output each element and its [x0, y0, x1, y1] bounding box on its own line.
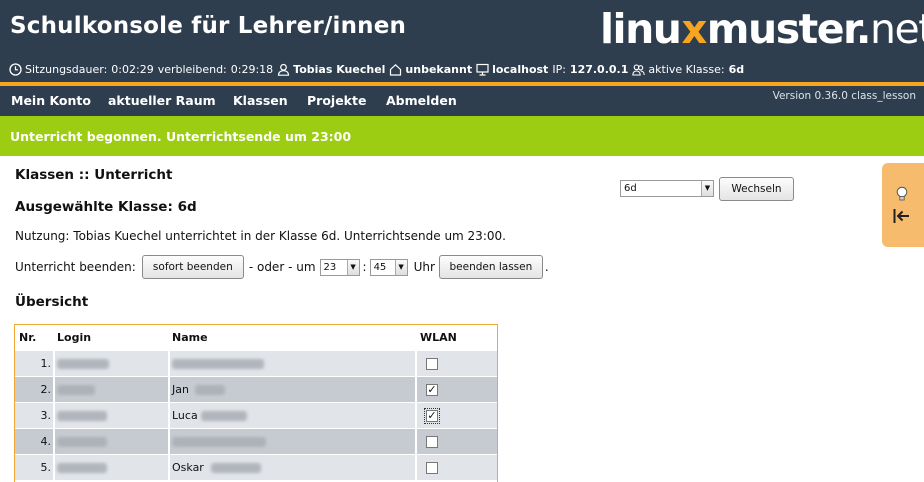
session-label: Sitzungsdauer:: [25, 63, 108, 76]
switch-class-button[interactable]: Wechseln: [719, 177, 794, 201]
hour-select[interactable]: 23 ▼: [319, 258, 360, 276]
session-value: 0:02:29: [111, 63, 154, 76]
end-lesson-row: Unterricht beenden: sofort beenden - ode…: [15, 255, 549, 279]
logo-x: x: [681, 7, 707, 53]
remaining-value: 0:29:18: [230, 63, 274, 76]
logo-part-linu: linu: [600, 5, 682, 53]
chevron-down-icon: ▼: [701, 181, 713, 196]
col-nr: Nr.: [19, 331, 37, 344]
logo-dot: .: [855, 5, 872, 53]
end-lesson-label: Unterricht beenden:: [15, 260, 136, 274]
first-name: Luca: [172, 409, 198, 422]
row-number: 2.: [40, 383, 52, 396]
collapse-left-icon[interactable]: [892, 207, 912, 225]
first-name: Oskar: [172, 461, 204, 474]
table-row: 1.: [15, 351, 497, 377]
table-row: 5. Oskar: [15, 455, 497, 481]
app-title: Schulkonsole für Lehrer/innen: [10, 13, 407, 39]
lightbulb-icon: [896, 186, 908, 201]
first-name: Jan: [172, 383, 189, 396]
usage-text: Nutzung: Tobias Kuechel unterrichtet in …: [15, 229, 506, 243]
student-table: Nr. Login Name WLAN 1. 2. Jan ✓ 3. Luca …: [14, 324, 498, 482]
login-redacted: [57, 385, 95, 395]
row-number: 4.: [40, 435, 52, 448]
hour-select-value: 23: [323, 261, 337, 273]
login-redacted: [57, 463, 107, 473]
name-redacted: [172, 359, 264, 369]
help-side-tab[interactable]: [882, 163, 924, 247]
uhr-label: Uhr: [413, 260, 435, 274]
logo-part-net: net: [869, 5, 924, 53]
session-status-bar: Sitzungsdauer: 0:02:29 verbleibend: 0:29…: [9, 63, 748, 76]
end-later-button[interactable]: beenden lassen: [438, 255, 543, 279]
col-login: Login: [57, 331, 92, 344]
table-row: 2. Jan ✓: [15, 377, 497, 403]
col-wlan: WLAN: [420, 331, 457, 344]
linuxmuster-logo: linuxmuster.net: [600, 4, 924, 55]
time-colon: :: [362, 260, 367, 274]
class-select-value: 6d: [624, 183, 637, 194]
name-redacted: [172, 437, 266, 447]
class-select[interactable]: 6d ▼: [620, 180, 714, 197]
remaining-label: verbleibend:: [157, 63, 227, 76]
minute-select-value: 45: [373, 261, 387, 273]
column-divider: [168, 351, 170, 482]
logo-part-muster: muster: [706, 5, 858, 53]
minute-select[interactable]: 45 ▼: [369, 258, 408, 276]
host-value: localhost: [492, 63, 549, 76]
end-period: .: [544, 260, 549, 274]
row-number: 3.: [40, 409, 52, 422]
overview-heading: Übersicht: [15, 294, 89, 310]
table-row: 4.: [15, 429, 497, 455]
menu-aktueller-raum[interactable]: aktueller Raum: [108, 93, 216, 108]
column-divider: [415, 351, 417, 482]
status-banner: Unterricht begonnen. Unterrichtsende um …: [0, 116, 924, 156]
monitor-icon: [476, 63, 489, 76]
name-redacted: [195, 385, 225, 395]
home-icon: [390, 63, 402, 76]
table-row: 3. Luca ✓: [15, 403, 497, 429]
row-number: 5.: [40, 461, 52, 474]
status-banner-text: Unterricht begonnen. Unterrichtsende um …: [10, 129, 352, 144]
column-divider: [53, 351, 55, 482]
col-name: Name: [172, 331, 208, 344]
login-redacted: [57, 411, 107, 421]
ip-label: IP:: [552, 63, 566, 76]
name-redacted: [201, 411, 247, 421]
table-header: Nr. Login Name WLAN: [15, 325, 497, 351]
chevron-down-icon: ▼: [346, 259, 359, 275]
version-text: Version 0.36.0 class_lesson: [772, 90, 916, 102]
ip-value: 127.0.0.1: [569, 63, 629, 76]
chevron-down-icon: ▼: [394, 259, 407, 275]
users-icon: [632, 64, 646, 76]
wlan-checkbox[interactable]: [426, 436, 438, 448]
wlan-checkbox[interactable]: ✓: [426, 384, 438, 396]
menu-mein-konto[interactable]: Mein Konto: [11, 93, 91, 108]
login-redacted: [57, 359, 109, 369]
clock-icon: [9, 63, 22, 76]
user-name: Tobias Kuechel: [293, 63, 386, 76]
user-icon: [278, 63, 290, 76]
or-at-label: - oder - um: [248, 260, 316, 274]
menu-projekte[interactable]: Projekte: [307, 93, 366, 108]
active-class-value: 6d: [728, 63, 745, 76]
menu-klassen[interactable]: Klassen: [233, 93, 288, 108]
page-title: Klassen :: Unterricht: [15, 167, 173, 183]
name-redacted: [211, 463, 261, 473]
wlan-checkbox[interactable]: [426, 358, 438, 370]
room-value: unbekannt: [405, 63, 473, 76]
active-class-label: aktive Klasse:: [648, 63, 725, 76]
login-redacted: [57, 437, 107, 447]
wlan-checkbox[interactable]: [426, 462, 438, 474]
wlan-checkbox[interactable]: ✓: [424, 408, 440, 424]
selected-class-heading: Ausgewählte Klasse: 6d: [15, 199, 197, 215]
menu-abmelden[interactable]: Abmelden: [386, 93, 457, 108]
end-now-button[interactable]: sofort beenden: [141, 255, 244, 279]
row-number: 1.: [40, 357, 52, 370]
